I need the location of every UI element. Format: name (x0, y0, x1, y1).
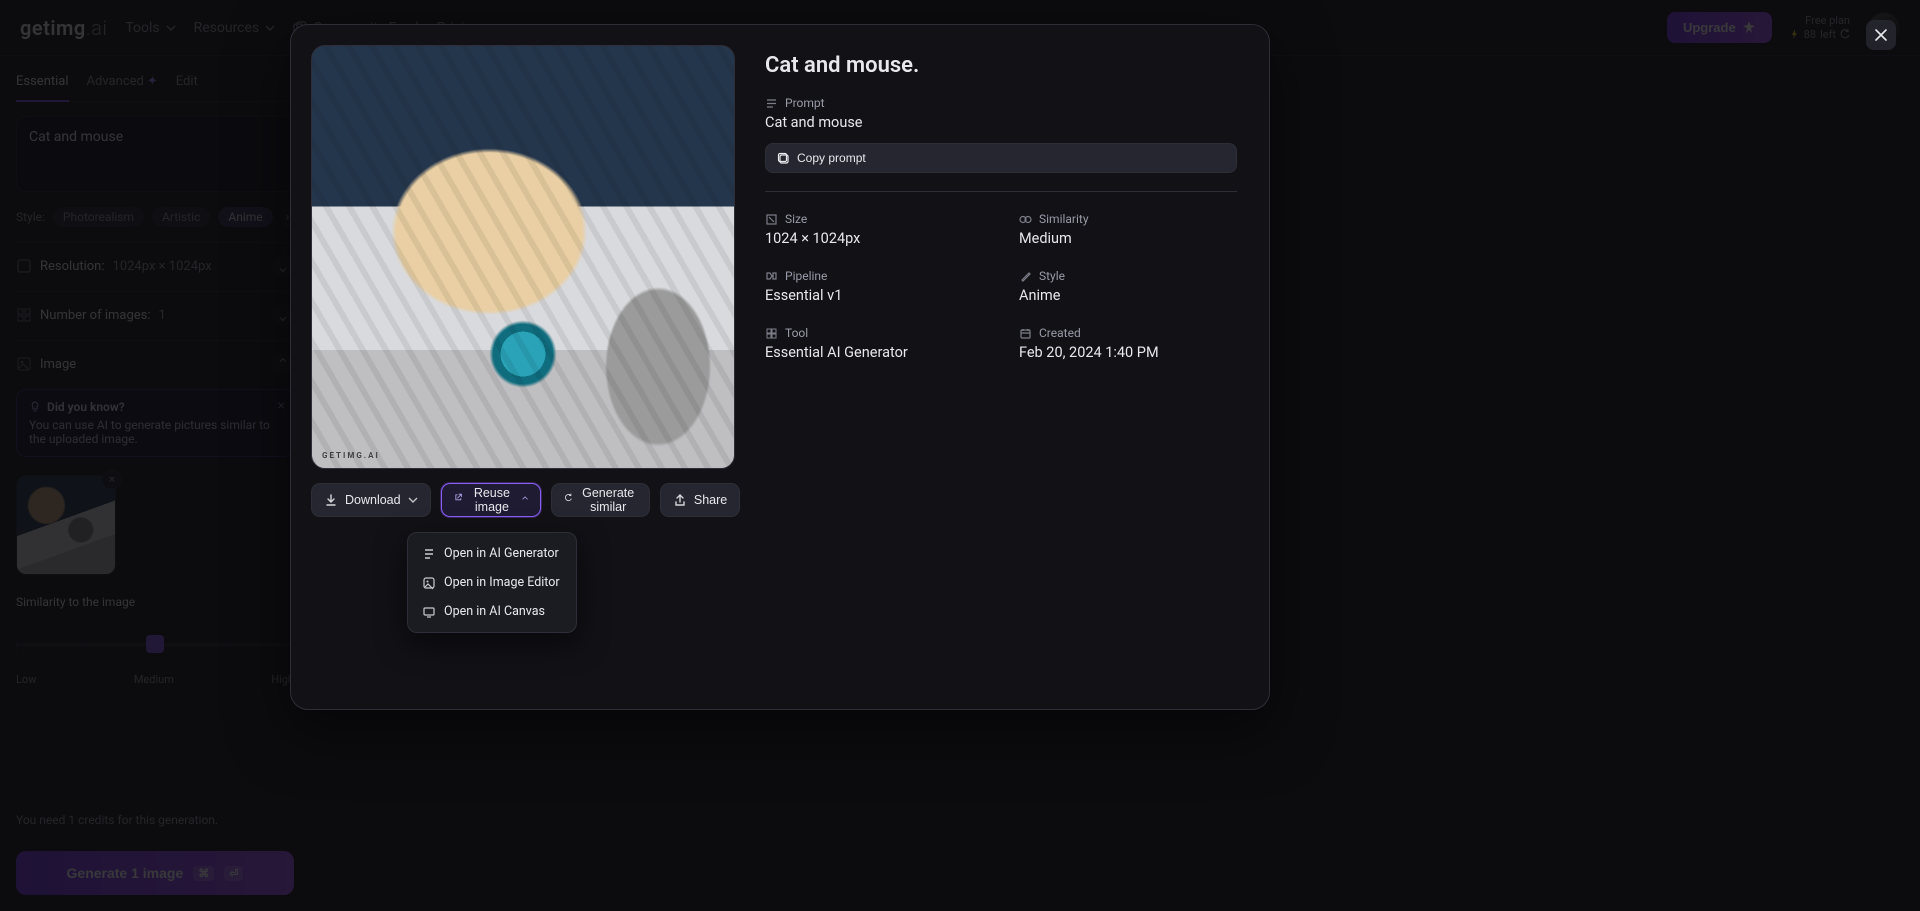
tool-value: Essential AI Generator (765, 344, 983, 361)
prompt-icon (765, 97, 778, 110)
refresh-icon (564, 493, 573, 507)
text-icon (422, 547, 436, 561)
tool-label: Tool (785, 326, 808, 340)
download-icon (324, 493, 338, 507)
generated-image[interactable]: GETIMG.AI (311, 45, 735, 469)
chevron-down-icon (408, 495, 418, 505)
pipeline-value: Essential v1 (765, 287, 983, 304)
created-label: Created (1039, 326, 1081, 340)
size-icon (765, 213, 778, 226)
image-icon (422, 576, 436, 590)
tool-icon (765, 327, 778, 340)
close-modal-button[interactable] (1866, 20, 1896, 50)
pipeline-icon (765, 270, 778, 283)
menu-open-ai-generator[interactable]: Open in AI Generator (414, 539, 570, 568)
copy-icon (777, 152, 790, 165)
watermark: GETIMG.AI (322, 451, 380, 460)
menu-open-ai-generator-label: Open in AI Generator (444, 546, 559, 561)
created-value: Feb 20, 2024 1:40 PM (1019, 344, 1237, 361)
generate-similar-label: Generate similar (580, 486, 637, 514)
copy-prompt-button[interactable]: Copy prompt (765, 143, 1237, 173)
chevron-up-icon (522, 495, 528, 505)
menu-open-image-editor-label: Open in Image Editor (444, 575, 560, 590)
calendar-icon (1019, 327, 1032, 340)
pipeline-label: Pipeline (785, 269, 827, 283)
menu-open-ai-canvas-label: Open in AI Canvas (444, 604, 545, 619)
menu-open-image-editor[interactable]: Open in Image Editor (414, 568, 570, 597)
external-link-icon (454, 493, 463, 507)
size-label: Size (785, 212, 807, 226)
download-button[interactable]: Download (311, 483, 431, 517)
share-button[interactable]: Share (660, 483, 740, 517)
style-meta-label: Style (1039, 269, 1065, 283)
canvas-icon (422, 605, 436, 619)
reuse-image-button[interactable]: Reuse image (441, 483, 541, 517)
close-icon (1874, 28, 1888, 42)
reuse-image-label: Reuse image (469, 486, 514, 514)
style-meta-value: Anime (1019, 287, 1237, 304)
download-label: Download (345, 493, 401, 507)
similarity-meta-label: Similarity (1039, 212, 1089, 226)
size-value: 1024 × 1024px (765, 230, 983, 247)
similarity-meta-value: Medium (1019, 230, 1237, 247)
style-icon (1019, 270, 1032, 283)
share-label: Share (694, 493, 727, 507)
reuse-image-menu: Open in AI Generator Open in Image Edito… (407, 532, 577, 633)
generate-similar-button[interactable]: Generate similar (551, 483, 650, 517)
prompt-section-value: Cat and mouse (765, 114, 1237, 131)
prompt-section-label: Prompt (785, 96, 825, 110)
share-icon (673, 493, 687, 507)
menu-open-ai-canvas[interactable]: Open in AI Canvas (414, 597, 570, 626)
similarity-icon (1019, 213, 1032, 226)
modal-title: Cat and mouse. (765, 53, 1237, 78)
copy-prompt-label: Copy prompt (797, 151, 866, 165)
image-detail-modal: GETIMG.AI Open in AI Generator Open in I… (290, 24, 1270, 710)
